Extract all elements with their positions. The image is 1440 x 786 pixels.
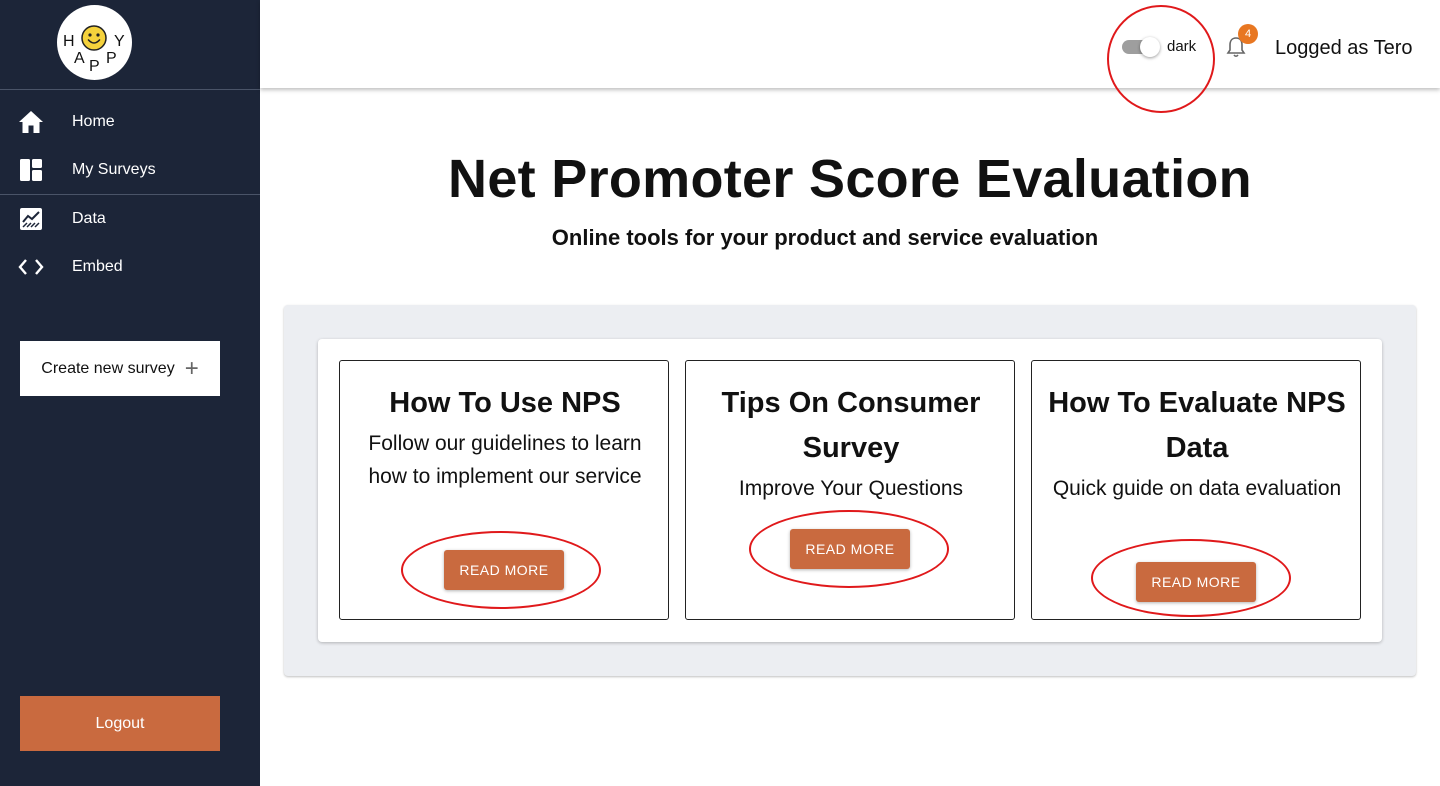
read-more-button[interactable]: READ MORE [790, 529, 910, 569]
smiley-face-icon [81, 25, 107, 51]
sidebar-divider [0, 194, 260, 195]
logo-letter: P [89, 58, 100, 75]
code-icon [18, 254, 44, 280]
cards-container: How To Use NPS Follow our guidelines to … [318, 339, 1382, 642]
card-title: How To Evaluate NPS Data [1048, 387, 1346, 464]
card-how-to-use-nps: How To Use NPS Follow our guidelines to … [339, 360, 669, 620]
page-title: Net Promoter Score Evaluation [448, 149, 1252, 209]
info-panel: How To Use NPS Follow our guidelines to … [284, 305, 1416, 676]
logo-letter: P [106, 50, 117, 67]
logged-user-label: Logged as Tero [1275, 37, 1413, 59]
sidebar-divider [0, 89, 260, 90]
read-more-button[interactable]: READ MORE [444, 550, 564, 590]
home-icon [18, 109, 44, 135]
card-title: Tips On Consumer Survey [721, 387, 981, 464]
page-subtitle: Online tools for your product and servic… [551, 225, 1099, 250]
toggle-thumb [1140, 37, 1160, 57]
card-text: Follow our guidelines to learn how to im… [368, 432, 642, 488]
top-bar: dark 4 Logged as Tero [260, 0, 1440, 113]
card-how-to-evaluate-nps-data: How To Evaluate NPS Data Quick guide on … [1031, 360, 1361, 620]
dashboard-icon [18, 157, 44, 183]
card-title: How To Use NPS [389, 387, 621, 419]
logo-letter: A [74, 50, 85, 67]
card-tips-on-consumer-survey: Tips On Consumer Survey Improve Your Que… [685, 360, 1015, 620]
happy-app-logo[interactable]: H Y A P P [57, 5, 132, 80]
sidebar-item-label: Data [72, 210, 106, 227]
notification-badge: 4 [1238, 24, 1258, 44]
dark-mode-toggle[interactable] [1122, 37, 1160, 57]
logo-letter: Y [114, 33, 125, 50]
sidebar-item-home[interactable]: Home [0, 100, 260, 144]
sidebar-item-data[interactable]: Data [0, 197, 260, 241]
sidebar-item-my-surveys[interactable]: My Surveys [0, 148, 260, 192]
plus-icon: + [184, 354, 199, 382]
sidebar: H Y A P P Home My Surveys Data Embed Cre… [0, 0, 260, 786]
annotation-circle [1107, 5, 1215, 113]
sidebar-item-label: My Surveys [72, 161, 156, 178]
logo-letter: H [63, 33, 75, 50]
chart-icon [18, 206, 44, 232]
create-new-survey-label: Create new survey [41, 359, 175, 377]
logout-button[interactable]: Logout [20, 696, 220, 751]
card-text: Quick guide on data evaluation [1052, 477, 1342, 500]
sidebar-item-label: Embed [72, 258, 123, 275]
dark-mode-label: dark [1167, 38, 1197, 55]
card-text: Improve Your Questions [738, 477, 964, 500]
read-more-button[interactable]: READ MORE [1136, 562, 1256, 602]
create-new-survey-button[interactable]: Create new survey + [20, 341, 220, 396]
sidebar-item-embed[interactable]: Embed [0, 245, 260, 289]
sidebar-item-label: Home [72, 113, 115, 130]
